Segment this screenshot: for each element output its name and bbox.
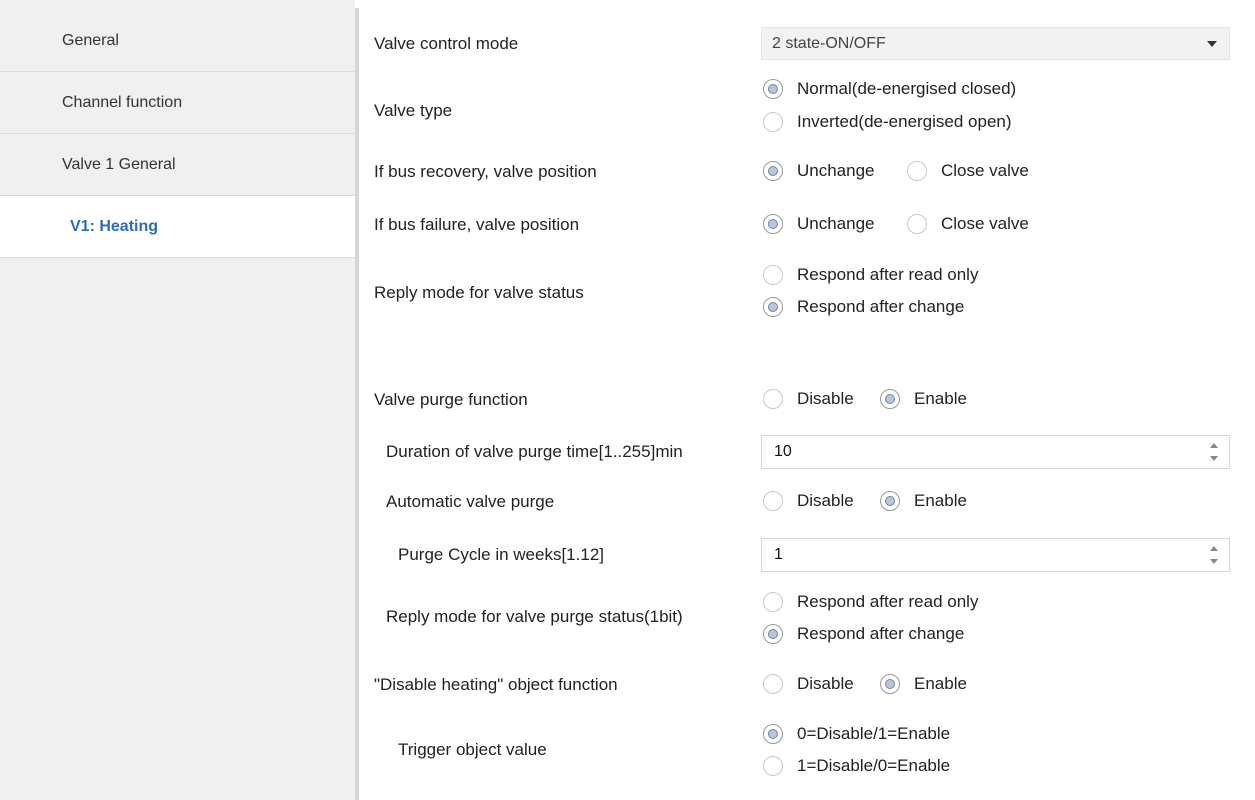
valve-control-mode-select[interactable]: 2 state-ON/OFF bbox=[761, 27, 1230, 60]
radio-selected-icon bbox=[763, 724, 783, 744]
sidebar-item-channel-function[interactable]: Channel function bbox=[0, 72, 355, 134]
reply-mode-purge-change-radio[interactable]: Respond after change bbox=[763, 624, 964, 644]
bus-recovery-label: If bus recovery, valve position bbox=[374, 162, 597, 181]
stepper-down-icon[interactable] bbox=[1210, 559, 1218, 564]
sidebar-divider bbox=[355, 8, 359, 800]
radio-unselected-icon bbox=[763, 112, 783, 132]
radio-label: Close valve bbox=[941, 214, 1029, 233]
bus-failure-close-radio[interactable]: Close valve bbox=[907, 214, 1029, 234]
automatic-purge-disable-radio[interactable]: Disable bbox=[763, 491, 854, 511]
radio-label: Enable bbox=[914, 491, 967, 510]
bus-failure-label: If bus failure, valve position bbox=[374, 215, 580, 234]
purge-cycle-label: Purge Cycle in weeks[1.12] bbox=[398, 545, 604, 564]
sidebar-item-v1-heating[interactable]: V1: Heating bbox=[0, 196, 355, 258]
reply-mode-status-read-radio[interactable]: Respond after read only bbox=[763, 265, 978, 285]
radio-selected-icon bbox=[763, 79, 783, 99]
sidebar: General Channel function Valve 1 General… bbox=[0, 0, 355, 800]
disable-heating-enable-radio[interactable]: Enable bbox=[880, 674, 967, 694]
radio-label: Respond after read only bbox=[797, 592, 979, 611]
radio-label: Inverted(de-energised open) bbox=[797, 112, 1012, 131]
radio-label: 0=Disable/1=Enable bbox=[797, 724, 951, 743]
radio-selected-icon bbox=[763, 214, 783, 234]
radio-label: Close valve bbox=[941, 161, 1029, 180]
radio-unselected-icon bbox=[763, 756, 783, 776]
stepper-arrows-icon[interactable] bbox=[1209, 443, 1219, 463]
radio-selected-icon bbox=[763, 297, 783, 317]
radio-selected-icon bbox=[763, 161, 783, 181]
bus-recovery-unchange-radio[interactable]: Unchange bbox=[763, 161, 875, 181]
bus-failure-unchange-radio[interactable]: Unchange bbox=[763, 214, 875, 234]
radio-label: Disable bbox=[797, 491, 854, 510]
stepper-arrows-icon[interactable] bbox=[1209, 546, 1219, 566]
stepper-down-icon[interactable] bbox=[1210, 456, 1218, 461]
sidebar-item-general[interactable]: General bbox=[0, 10, 355, 72]
radio-label: Enable bbox=[914, 674, 967, 693]
stepper-up-icon[interactable] bbox=[1210, 443, 1218, 448]
radio-label: Unchange bbox=[797, 161, 875, 180]
disable-heating-disable-radio[interactable]: Disable bbox=[763, 674, 854, 694]
reply-mode-purge-read-radio[interactable]: Respond after read only bbox=[763, 592, 978, 612]
trigger-value-option-1-radio[interactable]: 0=Disable/1=Enable bbox=[763, 724, 950, 744]
chevron-down-icon bbox=[1207, 41, 1217, 47]
valve-purge-function-label: Valve purge function bbox=[374, 390, 528, 409]
valve-control-mode-label: Valve control mode bbox=[374, 34, 519, 53]
radio-label: Enable bbox=[914, 389, 967, 408]
reply-mode-status-change-radio[interactable]: Respond after change bbox=[763, 297, 964, 317]
radio-unselected-icon bbox=[763, 592, 783, 612]
radio-label: Respond after change bbox=[797, 297, 965, 316]
trigger-object-value-label: Trigger object value bbox=[398, 740, 547, 759]
valve-type-normal-radio[interactable]: Normal(de-energised closed) bbox=[763, 79, 1016, 99]
radio-unselected-icon bbox=[907, 214, 927, 234]
radio-label: Disable bbox=[797, 389, 854, 408]
radio-selected-icon bbox=[880, 389, 900, 409]
radio-unselected-icon bbox=[763, 389, 783, 409]
radio-label: Normal(de-energised closed) bbox=[797, 79, 1017, 98]
valve-purge-disable-radio[interactable]: Disable bbox=[763, 389, 854, 409]
radio-selected-icon bbox=[880, 491, 900, 511]
radio-label: Unchange bbox=[797, 214, 875, 233]
radio-label: 1=Disable/0=Enable bbox=[797, 756, 951, 775]
valve-control-mode-value: 2 state-ON/OFF bbox=[772, 34, 886, 52]
purge-duration-value: 10 bbox=[774, 443, 792, 460]
trigger-value-option-2-radio[interactable]: 1=Disable/0=Enable bbox=[763, 756, 950, 776]
stepper-up-icon[interactable] bbox=[1210, 546, 1218, 551]
radio-unselected-icon bbox=[763, 674, 783, 694]
radio-label: Respond after read only bbox=[797, 265, 979, 284]
radio-selected-icon bbox=[763, 624, 783, 644]
purge-duration-label: Duration of valve purge time[1..255]min bbox=[386, 442, 683, 461]
automatic-purge-enable-radio[interactable]: Enable bbox=[880, 491, 967, 511]
valve-purge-enable-radio[interactable]: Enable bbox=[880, 389, 967, 409]
reply-mode-status-label: Reply mode for valve status bbox=[374, 283, 584, 302]
sidebar-item-label: Valve 1 General bbox=[62, 155, 176, 173]
radio-selected-icon bbox=[880, 674, 900, 694]
sidebar-item-label: V1: Heating bbox=[70, 217, 159, 235]
purge-duration-stepper[interactable]: 10 bbox=[761, 435, 1230, 469]
purge-cycle-value: 1 bbox=[774, 546, 783, 563]
sidebar-item-label: Channel function bbox=[62, 93, 183, 111]
radio-label: Disable bbox=[797, 674, 854, 693]
sidebar-item-valve-1-general[interactable]: Valve 1 General bbox=[0, 134, 355, 196]
valve-type-label: Valve type bbox=[374, 101, 453, 120]
bus-recovery-close-radio[interactable]: Close valve bbox=[907, 161, 1029, 181]
disable-heating-object-label: "Disable heating" object function bbox=[374, 675, 618, 694]
radio-unselected-icon bbox=[763, 265, 783, 285]
sidebar-item-label: General bbox=[62, 31, 119, 49]
radio-label: Respond after change bbox=[797, 624, 965, 643]
automatic-purge-label: Automatic valve purge bbox=[386, 492, 555, 511]
purge-cycle-stepper[interactable]: 1 bbox=[761, 538, 1230, 572]
reply-mode-purge-label: Reply mode for valve purge status(1bit) bbox=[386, 607, 683, 626]
radio-unselected-icon bbox=[907, 161, 927, 181]
radio-unselected-icon bbox=[763, 491, 783, 511]
valve-type-inverted-radio[interactable]: Inverted(de-energised open) bbox=[763, 112, 1012, 132]
